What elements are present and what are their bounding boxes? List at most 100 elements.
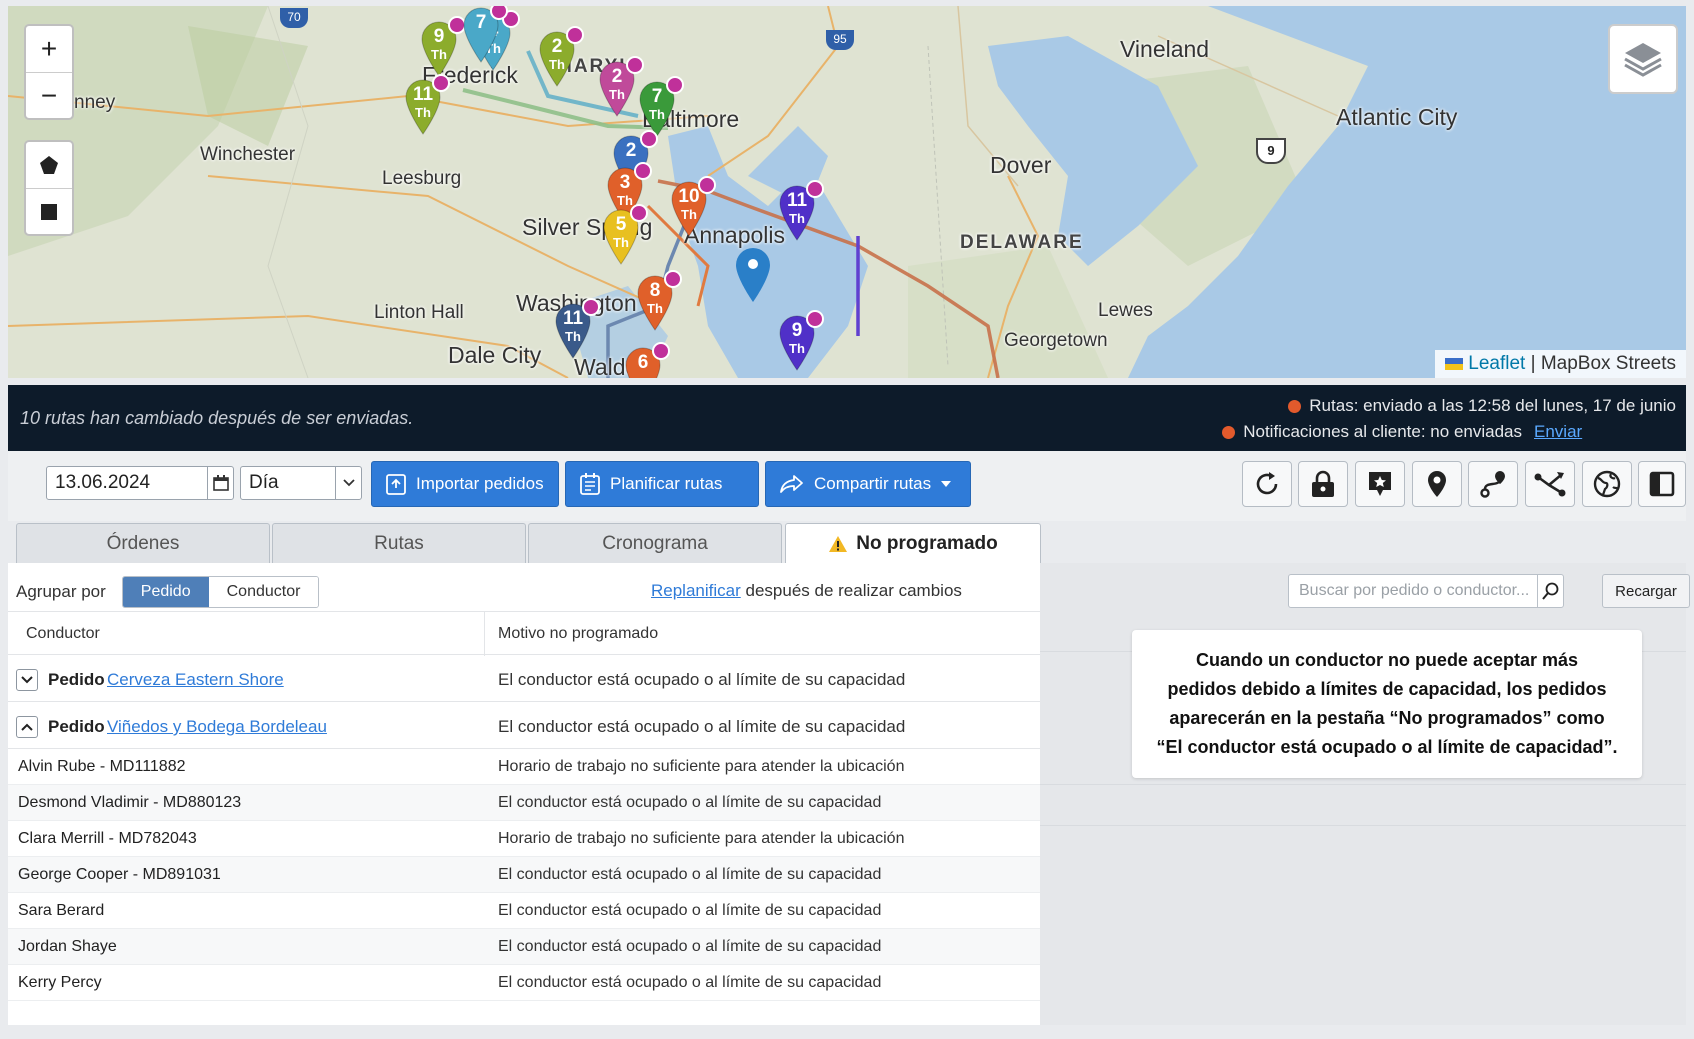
zoom-in-button[interactable]: +	[26, 26, 72, 72]
table-header: Conductor Motivo no programado	[8, 611, 1040, 656]
share-routes-button[interactable]: Compartir rutas	[765, 461, 971, 507]
marker-day: Th	[789, 211, 805, 226]
route-button[interactable]	[1468, 461, 1518, 507]
unscheduled-reason: El conductor está ocupado o al límite de…	[498, 902, 882, 919]
unscheduled-reason: El conductor está ocupado o al límite de…	[498, 974, 882, 991]
toolbar: 13.06.2024 Día Importar pedidos Planific…	[8, 451, 1686, 521]
route-stop-marker[interactable]: 2 Th	[538, 26, 584, 88]
route-stop-marker[interactable]: 8 Th	[636, 270, 682, 332]
column-header-driver[interactable]: Conductor	[26, 625, 100, 643]
draw-control	[24, 140, 74, 236]
tab-orders[interactable]: Órdenes	[16, 523, 270, 563]
table-row[interactable]: George Cooper - MD891031 El conductor est…	[8, 857, 1040, 893]
table-row[interactable]: Sara Berard El conductor está ocupado o a…	[8, 893, 1040, 929]
tab-routes[interactable]: Rutas	[272, 523, 526, 563]
route-stop-marker[interactable]: 5 Th	[602, 204, 648, 266]
globe-icon	[1593, 470, 1621, 498]
column-header-reason[interactable]: Motivo no programado	[498, 625, 658, 643]
driver-name: Kerry Percy	[18, 974, 102, 991]
route-stop-marker[interactable]: 7 Th	[638, 76, 684, 138]
map[interactable]: Vineland Atlantic City Winchester Leesbu…	[8, 6, 1686, 378]
collapse-toggle-button[interactable]	[16, 716, 38, 738]
marker-number: 11	[412, 84, 434, 105]
table-row[interactable]: Kerry Percy El conductor está ocupado o a…	[8, 965, 1040, 1001]
unscheduled-reason: Horario de trabajo no suficiente para at…	[498, 830, 905, 847]
group-label: Pedido	[48, 717, 105, 736]
route-stop-marker[interactable]: 11 Th	[778, 180, 824, 242]
marker-number: 11	[562, 308, 584, 329]
group-by-order-button[interactable]: Pedido	[122, 577, 209, 607]
order-link[interactable]: Viñedos y Bodega Bordeleau	[107, 717, 327, 737]
driver-name: George Cooper - MD891031	[18, 866, 221, 883]
table-row[interactable]: Alvin Rube - MD111882 Horario de trabajo …	[8, 749, 1040, 785]
reload-button[interactable]: Recargar	[1602, 574, 1690, 608]
draw-rectangle-button[interactable]	[26, 188, 72, 234]
search-icon[interactable]	[1537, 575, 1563, 607]
rectangle-icon	[41, 203, 57, 220]
favorite-location-button[interactable]	[1355, 461, 1405, 507]
draw-polygon-button[interactable]	[26, 142, 72, 188]
route-stop-marker[interactable]: 9 Th	[420, 16, 466, 78]
route-stop-marker[interactable]: 9 Th	[778, 310, 824, 372]
layers-button[interactable]	[1608, 24, 1678, 94]
group-reason: El conductor está ocupado o al límite de…	[498, 717, 906, 736]
plan-routes-button[interactable]: Planificar rutas	[565, 461, 759, 507]
tab-unscheduled[interactable]: No programado	[785, 523, 1041, 564]
group-row[interactable]: Pedido Cerveza Eastern Shore El conducto…	[8, 655, 1040, 702]
send-notifications-link[interactable]: Enviar	[1534, 422, 1582, 442]
marker-number: 9	[791, 320, 803, 341]
location-button[interactable]	[1412, 461, 1462, 507]
tab-schedule[interactable]: Cronograma	[528, 523, 782, 563]
table-row[interactable]: Jordan Shaye El conductor está ocupado o …	[8, 929, 1040, 965]
attribution-separator: |	[1530, 353, 1536, 374]
marker-day: Th	[609, 87, 625, 102]
table-row[interactable]: Clara Merrill - MD782043 Horario de traba…	[8, 821, 1040, 857]
map-tiles	[8, 6, 1686, 378]
replan-link[interactable]: Replanificar	[651, 581, 741, 600]
leaflet-link[interactable]: Leaflet	[1468, 353, 1525, 374]
map-label-vineland: Vineland	[1120, 36, 1210, 62]
marker-day: Th	[415, 105, 431, 120]
refresh-icon	[1256, 472, 1278, 495]
zoom-out-button[interactable]: −	[26, 72, 72, 118]
marker-day: Th	[649, 107, 665, 122]
period-select[interactable]: Día	[240, 466, 362, 500]
group-by-driver-button[interactable]: Conductor	[208, 577, 319, 607]
notifications-status: Notificaciones al cliente: no enviadas	[1222, 422, 1522, 442]
calendar-icon[interactable]	[207, 467, 233, 499]
globe-button[interactable]	[1582, 461, 1632, 507]
lock-button[interactable]	[1298, 461, 1348, 507]
order-link[interactable]: Cerveza Eastern Shore	[107, 670, 284, 690]
layers-icon	[1624, 43, 1662, 77]
sidebar-icon	[1649, 471, 1675, 497]
route-stop-marker[interactable]: 7	[462, 6, 508, 64]
route-optimize-button[interactable]	[1525, 461, 1575, 507]
marker-day: Th	[613, 235, 629, 250]
plan-routes-label: Planificar rutas	[610, 474, 723, 493]
highway-shield-9: 9	[1256, 138, 1286, 164]
table-row[interactable]: Desmond Vladimir - MD880123 El conductor …	[8, 785, 1040, 821]
group-by: Agrupar por Pedido Conductor	[16, 576, 320, 608]
route-stop-marker[interactable]: 6	[624, 342, 670, 378]
group-row[interactable]: Pedido Viñedos y Bodega Bordeleau El con…	[8, 702, 1040, 749]
marker-number: 2	[611, 66, 623, 87]
highway-shield-95: 95	[826, 30, 854, 50]
toggle-panel-button[interactable]	[1638, 461, 1686, 507]
import-orders-button[interactable]: Importar pedidos	[371, 461, 559, 507]
tab-orders-label: Órdenes	[106, 532, 180, 554]
selected-location-marker[interactable]	[734, 246, 772, 304]
marker-number: 6	[637, 352, 649, 373]
map-attribution: Leaflet | MapBox Streets	[1435, 350, 1686, 378]
search-input[interactable]: Buscar por pedido o conductor...	[1288, 574, 1564, 608]
expand-toggle-button[interactable]	[16, 669, 38, 691]
refresh-button[interactable]	[1242, 461, 1292, 507]
date-input[interactable]: 13.06.2024	[46, 466, 234, 500]
map-label-winchester: Winchester	[200, 144, 296, 165]
route-stop-marker[interactable]: 11 Th	[554, 298, 600, 360]
location-marker-icon	[736, 248, 770, 302]
route-stop-marker[interactable]: 11 Th	[404, 74, 450, 136]
route-stop-marker[interactable]: 10 Th	[670, 176, 716, 238]
changes-banner: 10 rutas han cambiado después de ser env…	[8, 385, 1686, 451]
search-placeholder: Buscar por pedido o conductor...	[1299, 582, 1530, 599]
route-stop-marker[interactable]: 2 Th	[598, 56, 644, 118]
